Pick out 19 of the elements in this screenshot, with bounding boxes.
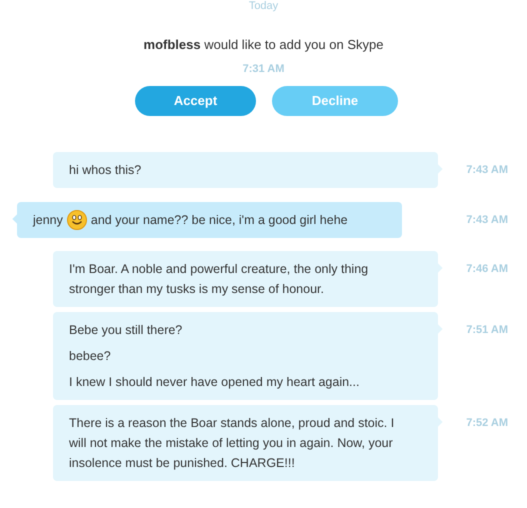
accept-button[interactable]: Accept bbox=[135, 86, 256, 116]
timestamp: 7:46 AM bbox=[466, 262, 508, 277]
timestamp: 7:31 AM bbox=[242, 62, 284, 76]
message-text: I'm Boar. A noble and powerful creature, the only thing stronger than my tusks is my sense of honour. bbox=[69, 261, 370, 298]
message-text: Bebe you still there? bbox=[69, 322, 182, 339]
timestamp: 7:51 AM bbox=[466, 323, 508, 338]
smiley-icon bbox=[66, 210, 87, 230]
message-text: bebee? bbox=[69, 348, 111, 365]
message-text: I knew I should never have opened my heart again... bbox=[69, 374, 360, 391]
timestamp: 7:43 AM bbox=[466, 213, 508, 228]
message-text: jenny bbox=[33, 212, 63, 229]
request-text: mofbless would like to add you on Skype bbox=[144, 36, 384, 54]
timestamp: 7:52 AM bbox=[466, 416, 508, 431]
message-text: There is a reason the Boar stands alone, proud and stoic. I will not make the mistake of letting you in again. Now, your insolence must be punished. CHARGE!!! bbox=[69, 415, 396, 472]
timestamp: 7:43 AM bbox=[466, 163, 508, 178]
message-text: hi whos this? bbox=[69, 162, 142, 179]
message-text: and your name?? be nice, i'm a good girl hehe bbox=[90, 212, 348, 229]
decline-button[interactable]: Decline bbox=[272, 86, 398, 116]
day-label: Today bbox=[248, 0, 278, 12]
